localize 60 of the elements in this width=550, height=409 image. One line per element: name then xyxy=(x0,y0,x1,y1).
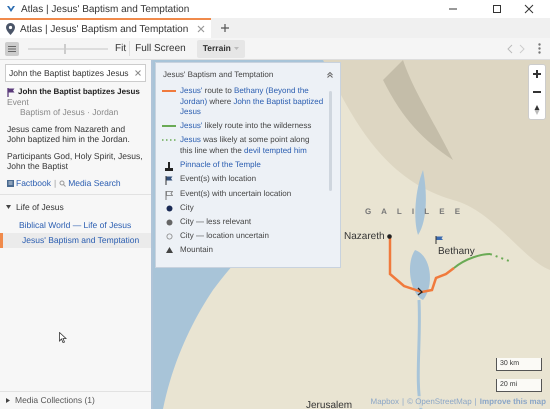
separator: | xyxy=(474,396,477,408)
legend-text: Mountain xyxy=(180,245,213,256)
dot-icon xyxy=(166,219,172,226)
mouse-pointer-icon xyxy=(59,332,67,343)
place-label: Bethany xyxy=(438,245,475,259)
legend-text: Event(s) with uncertain location xyxy=(180,188,292,199)
maximize-icon[interactable] xyxy=(492,4,502,14)
event-participants: Participants God, Holy Spirit, Jesus, John the Baptist xyxy=(7,151,144,171)
close-icon[interactable] xyxy=(524,4,534,14)
event-title: John the Baptist baptizes Jesus xyxy=(18,87,140,97)
legend-text: Pinnacle of the Temple xyxy=(180,160,261,170)
city-dot-icon xyxy=(386,234,392,239)
flag-icon xyxy=(7,88,15,96)
event-description: Jesus came from Nazareth and John baptized him in the Jordan. xyxy=(7,124,131,144)
legend-text: City — less relevant xyxy=(180,217,252,228)
section-item[interactable]: Biblical World — Life of Jesus xyxy=(0,218,151,233)
flag-outline-icon xyxy=(165,190,173,200)
tab[interactable]: Atlas | Jesus' Baptism and Temptation xyxy=(0,18,212,38)
caret-icon xyxy=(234,47,239,50)
legend-text: City — location uncertain xyxy=(180,231,269,242)
circle-icon xyxy=(166,233,172,240)
triangle-icon xyxy=(166,247,172,253)
book-icon xyxy=(7,180,14,186)
legend-text: Jesus was likely at some point along this line when the devil tempted him xyxy=(180,135,310,156)
event-place: Baptism of Jesus · Jordan xyxy=(19,107,120,117)
region-label: G A L I L E E xyxy=(365,206,464,218)
app-logo-icon xyxy=(6,4,16,14)
map-pin-icon xyxy=(6,23,15,35)
place-label: Nazareth xyxy=(344,230,385,244)
fit-button[interactable]: Fit xyxy=(112,41,130,56)
separator: | xyxy=(52,178,58,188)
new-tab-icon[interactable] xyxy=(220,23,230,33)
more-icon[interactable] xyxy=(538,43,541,54)
tower-icon xyxy=(165,162,173,170)
section-item[interactable]: Jesus' Baptism and Temptation xyxy=(0,232,151,248)
collapse-icon[interactable] xyxy=(327,72,333,78)
section-header[interactable]: Life of Jesus xyxy=(0,201,151,214)
factbook-link[interactable]: Factbook xyxy=(16,178,51,188)
media-search-link[interactable]: Media Search xyxy=(68,178,121,188)
clear-icon[interactable] xyxy=(135,70,141,76)
flag-icon xyxy=(435,236,444,244)
legend-text: Jesus' likely route into the wilderness xyxy=(180,121,312,132)
separator: | xyxy=(402,396,404,408)
close-tab-icon[interactable] xyxy=(197,25,206,33)
legend-text: Jesus' route to Bethany (Beyond the Jordan) where John the Baptist baptized Jesus xyxy=(180,86,324,118)
dot-icon xyxy=(166,205,172,212)
event-type: Event xyxy=(7,97,30,107)
flag-icon xyxy=(165,176,173,185)
window-title: Atlas | Jesus' Baptism and Temptation xyxy=(21,2,190,16)
legend-text: City xyxy=(180,203,194,214)
search-field[interactable]: John the Baptist baptizes Jesus xyxy=(5,64,146,82)
legend-text: Event(s) with location xyxy=(180,174,256,184)
search-icon xyxy=(59,180,66,186)
layer-dropdown[interactable]: Terrain xyxy=(196,40,245,58)
full-screen-button[interactable]: Full Screen xyxy=(130,41,191,56)
section-header[interactable]: Media Collections (1) xyxy=(0,391,151,409)
legend-title: Jesus' Baptism and Temptation xyxy=(163,69,274,81)
menu-icon[interactable] xyxy=(5,42,19,56)
tab-label: Atlas | Jesus' Baptism and Temptation xyxy=(20,22,188,36)
place-label: Jerusalem xyxy=(306,400,352,409)
